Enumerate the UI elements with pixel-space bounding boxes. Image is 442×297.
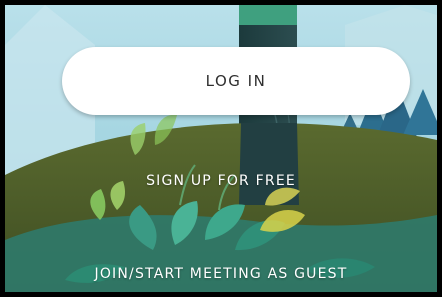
app-screen: LOG IN SIGN UP FOR FREE JOIN/START MEETI… [0,0,442,297]
signup-link[interactable]: SIGN UP FOR FREE [5,173,437,189]
join-as-guest-link[interactable]: JOIN/START MEETING AS GUEST [5,266,437,282]
login-button-label: LOG IN [205,72,267,90]
welcome-scene: LOG IN SIGN UP FOR FREE JOIN/START MEETI… [5,5,437,292]
tree-trunk-top [239,5,297,25]
login-button[interactable]: LOG IN [62,47,410,115]
